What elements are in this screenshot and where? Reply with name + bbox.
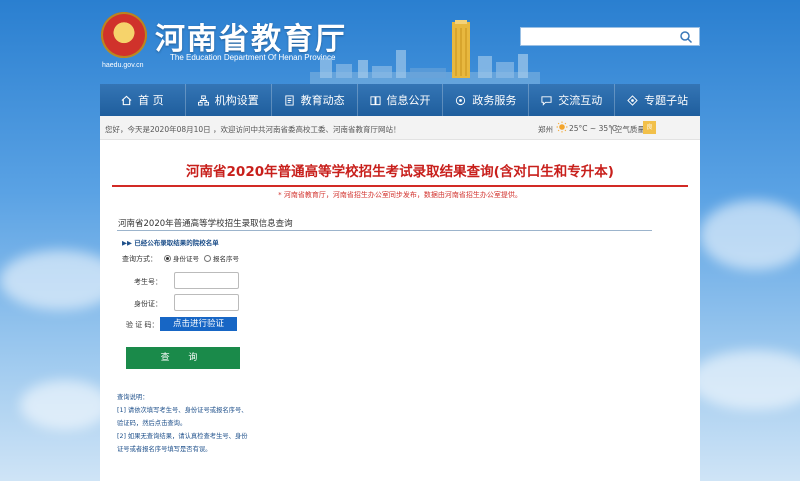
instruction-line: [1] 请依次填写考生号、身份证号或报名序号、 — [117, 407, 248, 414]
nav-item-home[interactable]: 首 页 — [100, 84, 186, 116]
nav-item-label: 首 页 — [138, 94, 164, 107]
instruction-line: 验证码，然后点击查询。 — [117, 420, 187, 427]
captcha-label: 验 证 码： — [126, 321, 159, 329]
background-cloud — [690, 350, 800, 410]
search-input[interactable] — [521, 32, 671, 49]
form-title: 河南省2020年普通高等学校招生录取信息查询 — [118, 219, 293, 229]
instruction-line: [2] 如果无查询结果，请认真检查考生号、身份 — [117, 433, 248, 440]
radio-id-card-label[interactable]: 身份证号 — [173, 253, 199, 263]
nav-item-label: 政务服务 — [472, 94, 517, 107]
form-divider — [117, 230, 652, 231]
welcome-text: 您好，今天是2020年08月10日 ，欢迎访问中共河南省委高校工委、河南省教育厅… — [105, 125, 401, 134]
home-icon — [121, 95, 132, 105]
main-nav: 首 页 机构设置 教育动态 信息公开 政务服务 交流互动 专题子站 — [100, 84, 700, 116]
info-book-icon — [369, 95, 381, 105]
document-icon — [285, 94, 294, 106]
sun-icon — [556, 121, 568, 133]
page-title: 河南省2020年普通高等学校招生考试录取结果查询(含对口生和专升本) — [186, 164, 614, 180]
query-instructions: 查询说明： [1] 请依次填写考生号、身份证号或报名序号、 验证码，然后点击查询… — [117, 391, 257, 456]
nav-item-label: 专题子站 — [644, 94, 689, 107]
service-icon — [456, 95, 466, 105]
background-cloud — [20, 380, 110, 430]
nav-item-interaction[interactable]: 交流互动 — [529, 84, 616, 116]
search-box — [520, 27, 700, 49]
source-note: * 河南省教育厅，河南省招生办公室同步发布，数据由河南省招生办公室提供。 — [278, 191, 522, 199]
id-card-input[interactable] — [174, 294, 239, 311]
nav-item-news[interactable]: 教育动态 — [272, 84, 358, 116]
nav-item-label: 教育动态 — [300, 94, 345, 107]
nav-item-label: 机构设置 — [214, 94, 259, 107]
nav-item-disclosure[interactable]: 信息公开 — [358, 84, 444, 116]
nav-item-organization[interactable]: 机构设置 — [186, 84, 272, 116]
info-bar: 您好，今天是2020年08月10日 ，欢迎访问中共河南省委高校工委、河南省教育厅… — [100, 116, 700, 140]
nav-item-topics[interactable]: 专题子站 — [615, 84, 700, 116]
radio-registration-number-label[interactable]: 报名序号 — [213, 253, 239, 263]
query-button[interactable]: 查 询 — [126, 347, 240, 369]
instructions-heading: 查询说明： — [117, 394, 149, 401]
query-mode-options: 身份证号 报名序号 — [164, 253, 239, 263]
chat-icon — [541, 95, 552, 106]
verify-captcha-button[interactable]: 点击进行验证 — [160, 317, 237, 331]
exam-number-label: 考生号： — [134, 278, 162, 286]
emblem-url: haedu.gov.cn — [102, 62, 144, 69]
radio-registration-number[interactable] — [204, 254, 211, 262]
background-cloud — [700, 200, 800, 270]
instruction-line: 证号或者报名序号填写是否有误。 — [117, 446, 212, 453]
nav-item-label: 信息公开 — [386, 94, 431, 107]
main-content-panel: 您好，今天是2020年08月10日 ，欢迎访问中共河南省委高校工委、河南省教育厅… — [100, 116, 700, 481]
org-chart-icon — [197, 94, 209, 106]
nav-item-label: 交流互动 — [558, 94, 603, 107]
search-icon[interactable] — [679, 30, 693, 44]
radio-id-card[interactable] — [164, 254, 171, 262]
query-mode-label: 查询方式： — [122, 255, 157, 263]
city-skyline-image — [310, 20, 540, 84]
site-header: haedu.gov.cn 河南省教育厅 The Education Depart… — [0, 0, 800, 84]
published-schools-link[interactable]: ▶▶ 已经公布录取结果的院校名单 — [122, 237, 219, 247]
exam-number-input[interactable] — [174, 272, 239, 289]
weather-city: 郑州 — [538, 125, 553, 134]
air-quality-badge: 良 — [643, 121, 656, 134]
title-divider — [112, 185, 688, 187]
topic-icon — [627, 94, 638, 106]
national-emblem-logo[interactable] — [101, 12, 147, 58]
id-card-label: 身份证： — [134, 300, 162, 308]
nav-item-services[interactable]: 政务服务 — [443, 84, 530, 116]
